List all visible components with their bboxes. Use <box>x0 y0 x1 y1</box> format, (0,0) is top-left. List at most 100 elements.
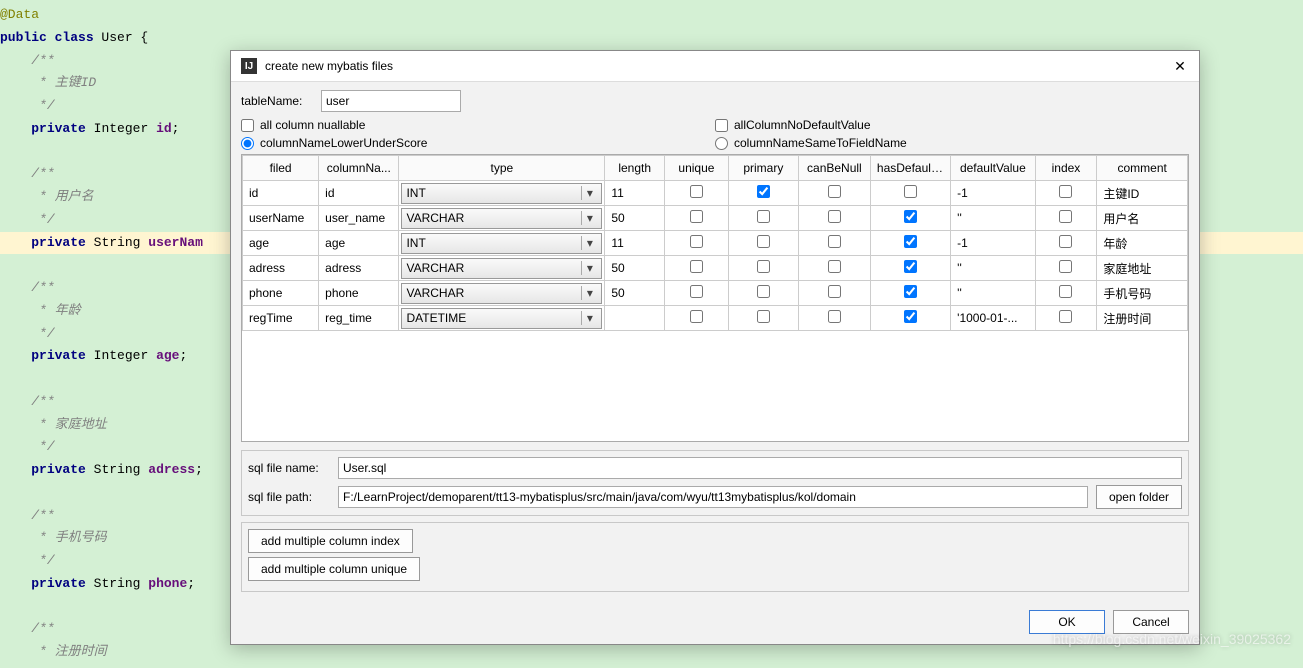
cell-unique[interactable] <box>665 206 729 231</box>
cell-length[interactable] <box>605 306 665 331</box>
cell-unique[interactable] <box>665 281 729 306</box>
open-folder-button[interactable]: open folder <box>1096 485 1182 509</box>
cell-index[interactable] <box>1035 256 1097 281</box>
cell-columnname[interactable]: user_name <box>319 206 399 231</box>
unique-checkbox[interactable] <box>690 260 703 273</box>
hasdefault-checkbox[interactable] <box>904 285 917 298</box>
cell-comment[interactable]: 注册时间 <box>1097 306 1188 331</box>
cell-primary[interactable] <box>728 206 798 231</box>
cell-primary[interactable] <box>728 281 798 306</box>
canbenull-checkbox[interactable] <box>828 260 841 273</box>
cell-hasdefault[interactable] <box>870 256 950 281</box>
primary-checkbox[interactable] <box>757 210 770 223</box>
cell-index[interactable] <box>1035 231 1097 256</box>
cell-columnname[interactable]: id <box>319 181 399 206</box>
cell-primary[interactable] <box>728 231 798 256</box>
cell-hasdefault[interactable] <box>870 206 950 231</box>
cell-unique[interactable] <box>665 256 729 281</box>
cell-index[interactable] <box>1035 281 1097 306</box>
cell-hasdefault[interactable] <box>870 281 950 306</box>
cell-type[interactable]: VARCHAR▾ <box>399 256 605 281</box>
cell-type[interactable]: DATETIME▾ <box>399 306 605 331</box>
cell-index[interactable] <box>1035 206 1097 231</box>
unique-checkbox[interactable] <box>690 210 703 223</box>
canbenull-checkbox[interactable] <box>828 185 841 198</box>
cell-canbenull[interactable] <box>798 306 870 331</box>
cell-filed[interactable]: adress <box>243 256 319 281</box>
cell-hasdefault[interactable] <box>870 306 950 331</box>
unique-checkbox[interactable] <box>690 285 703 298</box>
canbenull-checkbox[interactable] <box>828 210 841 223</box>
index-checkbox[interactable] <box>1059 310 1072 323</box>
cell-comment[interactable]: 家庭地址 <box>1097 256 1188 281</box>
table-row[interactable]: adress adress VARCHAR▾ 50 '' 家庭地址 <box>243 256 1188 281</box>
chevron-down-icon[interactable]: ▾ <box>581 311 597 325</box>
cell-comment[interactable]: 手机号码 <box>1097 281 1188 306</box>
cell-defaultvalue[interactable]: '' <box>951 256 1035 281</box>
canbenull-checkbox[interactable] <box>828 285 841 298</box>
lower-underscore-radio[interactable] <box>241 137 254 150</box>
primary-checkbox[interactable] <box>757 310 770 323</box>
cell-length[interactable]: 11 <box>605 231 665 256</box>
cell-index[interactable] <box>1035 181 1097 206</box>
cell-primary[interactable] <box>728 306 798 331</box>
cell-canbenull[interactable] <box>798 256 870 281</box>
cell-primary[interactable] <box>728 181 798 206</box>
index-checkbox[interactable] <box>1059 210 1072 223</box>
primary-checkbox[interactable] <box>757 260 770 273</box>
cell-index[interactable] <box>1035 306 1097 331</box>
cell-type[interactable]: VARCHAR▾ <box>399 206 605 231</box>
primary-checkbox[interactable] <box>757 285 770 298</box>
table-row[interactable]: regTime reg_time DATETIME▾ '1000-01-... … <box>243 306 1188 331</box>
cell-canbenull[interactable] <box>798 181 870 206</box>
hasdefault-checkbox[interactable] <box>904 260 917 273</box>
cell-filed[interactable]: regTime <box>243 306 319 331</box>
cell-type[interactable]: INT▾ <box>399 181 605 206</box>
same-to-field-radio[interactable] <box>715 137 728 150</box>
add-unique-button[interactable]: add multiple column unique <box>248 557 420 581</box>
primary-checkbox[interactable] <box>757 185 770 198</box>
cell-hasdefault[interactable] <box>870 181 950 206</box>
all-nodefault-checkbox[interactable] <box>715 119 728 132</box>
table-row[interactable]: userName user_name VARCHAR▾ 50 '' 用户名 <box>243 206 1188 231</box>
cell-filed[interactable]: userName <box>243 206 319 231</box>
hasdefault-checkbox[interactable] <box>904 235 917 248</box>
unique-checkbox[interactable] <box>690 235 703 248</box>
table-row[interactable]: id id INT▾ 11 -1 主键ID <box>243 181 1188 206</box>
close-icon[interactable]: ✕ <box>1171 57 1189 75</box>
add-index-button[interactable]: add multiple column index <box>248 529 413 553</box>
cell-length[interactable]: 50 <box>605 206 665 231</box>
unique-checkbox[interactable] <box>690 310 703 323</box>
cell-filed[interactable]: phone <box>243 281 319 306</box>
cell-comment[interactable]: 年龄 <box>1097 231 1188 256</box>
cell-unique[interactable] <box>665 231 729 256</box>
index-checkbox[interactable] <box>1059 260 1072 273</box>
cell-defaultvalue[interactable]: -1 <box>951 231 1035 256</box>
table-row[interactable]: age age INT▾ 11 -1 年龄 <box>243 231 1188 256</box>
all-nullable-checkbox[interactable] <box>241 119 254 132</box>
cell-canbenull[interactable] <box>798 231 870 256</box>
index-checkbox[interactable] <box>1059 235 1072 248</box>
cell-defaultvalue[interactable]: '' <box>951 206 1035 231</box>
cell-length[interactable]: 11 <box>605 181 665 206</box>
chevron-down-icon[interactable]: ▾ <box>581 236 597 250</box>
tablename-input[interactable] <box>321 90 461 112</box>
cell-primary[interactable] <box>728 256 798 281</box>
sqlfilepath-input[interactable] <box>338 486 1088 508</box>
cell-columnname[interactable]: reg_time <box>319 306 399 331</box>
cell-columnname[interactable]: age <box>319 231 399 256</box>
cell-columnname[interactable]: phone <box>319 281 399 306</box>
sqlfilename-input[interactable] <box>338 457 1182 479</box>
cell-hasdefault[interactable] <box>870 231 950 256</box>
cell-defaultvalue[interactable]: '' <box>951 281 1035 306</box>
cell-unique[interactable] <box>665 306 729 331</box>
canbenull-checkbox[interactable] <box>828 235 841 248</box>
cell-length[interactable]: 50 <box>605 256 665 281</box>
cell-comment[interactable]: 用户名 <box>1097 206 1188 231</box>
cell-canbenull[interactable] <box>798 206 870 231</box>
cell-length[interactable]: 50 <box>605 281 665 306</box>
canbenull-checkbox[interactable] <box>828 310 841 323</box>
chevron-down-icon[interactable]: ▾ <box>581 211 597 225</box>
index-checkbox[interactable] <box>1059 285 1072 298</box>
cell-columnname[interactable]: adress <box>319 256 399 281</box>
